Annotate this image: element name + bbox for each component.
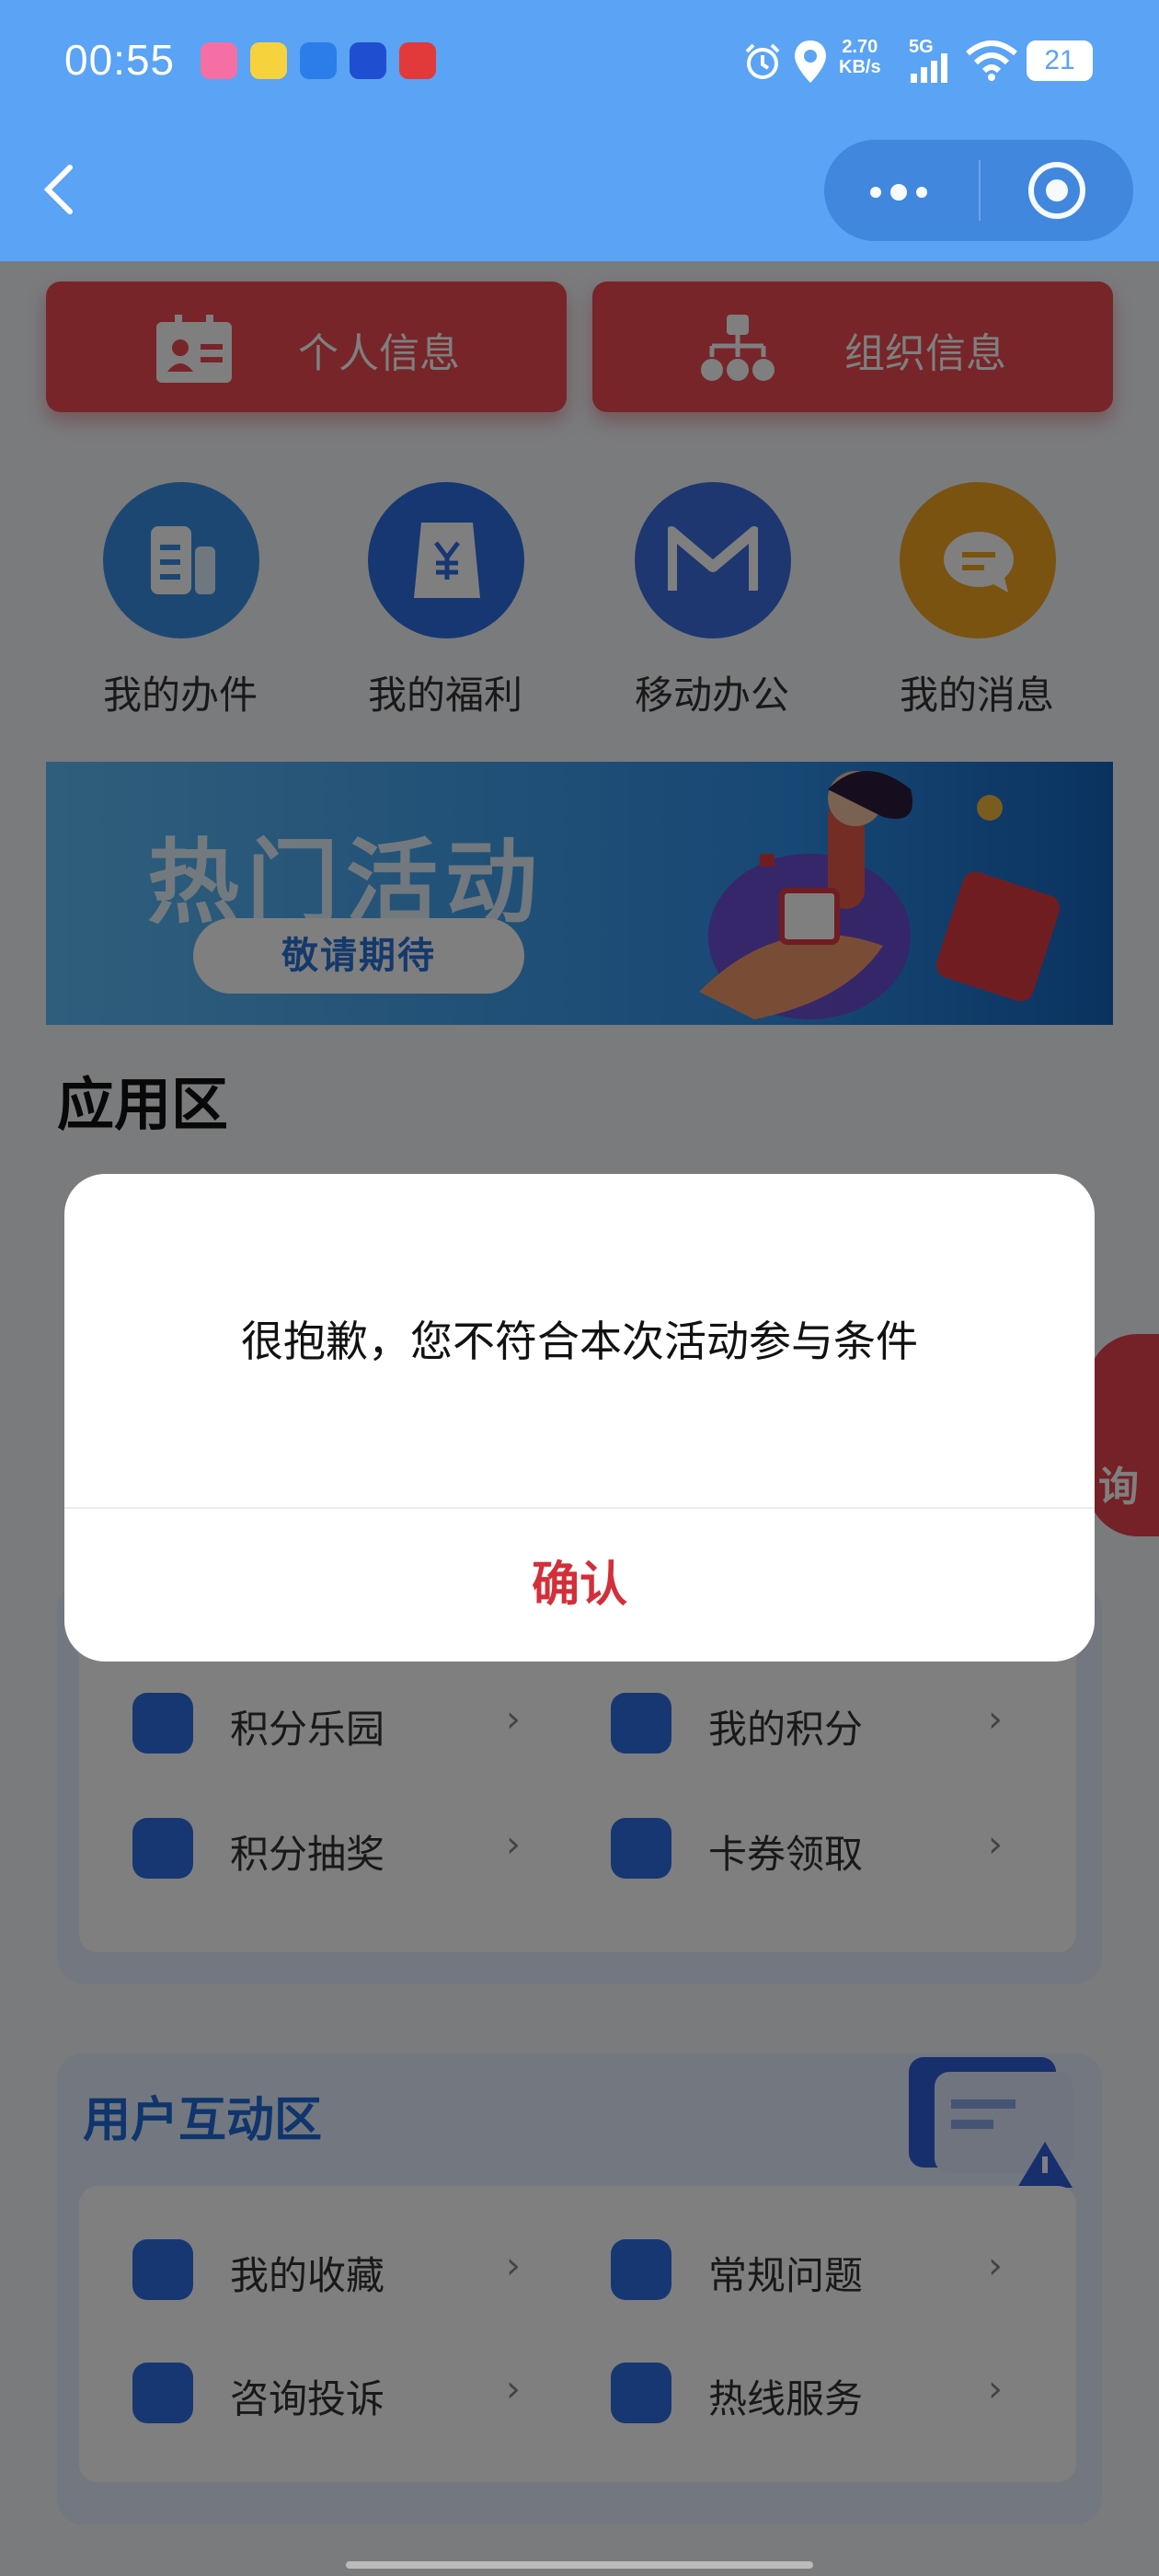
signal-icon [911, 53, 947, 83]
more-dots-icon[interactable] [870, 184, 936, 201]
alarm-icon [745, 43, 780, 79]
confirm-button[interactable]: 确认 [64, 1509, 1095, 1662]
battery-indicator: 21 [1027, 40, 1093, 81]
alert-dialog: 很抱歉，您不符合本次活动参与条件 确认 [64, 1174, 1095, 1662]
location-icon [795, 40, 826, 83]
browser-icon [350, 42, 386, 79]
game-icon [250, 42, 287, 79]
dialog-message: 很抱歉，您不符合本次活动参与条件 [241, 1317, 918, 1366]
bilibili-icon [201, 42, 237, 79]
chat-icon [300, 42, 337, 79]
news-icon [399, 42, 436, 79]
wifi-icon [966, 40, 1017, 81]
target-close-icon[interactable] [1028, 162, 1085, 219]
net-speed: 2.70 KB/s [839, 37, 881, 77]
back-icon[interactable] [40, 162, 77, 217]
mini-program-capsule [824, 140, 1133, 241]
home-indicator[interactable] [346, 2561, 813, 2569]
status-time: 00:55 [64, 36, 176, 84]
